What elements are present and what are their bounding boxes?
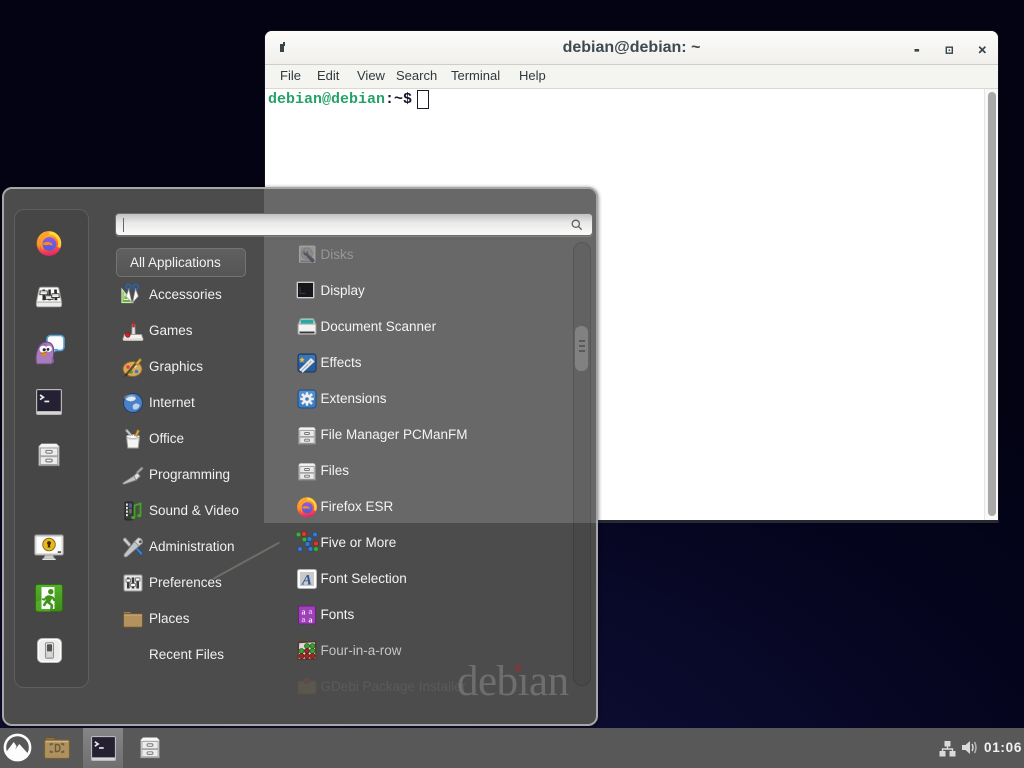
svg-text:a: a [309, 616, 313, 625]
svg-text:A: A [301, 573, 312, 589]
svg-text:a: a [302, 608, 306, 617]
svg-text:a: a [302, 617, 306, 624]
